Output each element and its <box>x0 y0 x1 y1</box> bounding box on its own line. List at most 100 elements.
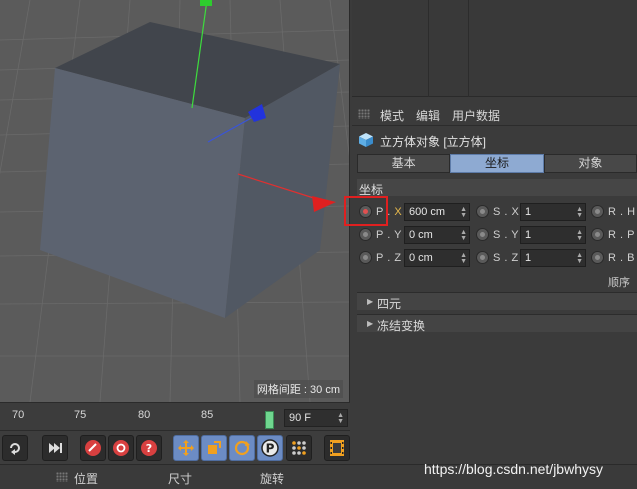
animate-s-z-radio[interactable] <box>476 251 489 264</box>
p-y-label: P . Y <box>376 229 402 241</box>
stepper-arrows-icon[interactable]: ▲ ▼ <box>460 229 467 242</box>
size-column-label: 尺寸 <box>168 472 193 486</box>
animate-r-h-radio[interactable] <box>591 205 604 218</box>
animate-p-z-radio[interactable] <box>359 251 372 264</box>
p-z-label: P . Z <box>376 252 402 264</box>
expand-triangle-icon[interactable]: ▶ <box>367 319 373 328</box>
object-manager[interactable] <box>352 0 637 97</box>
rotate-tool-button[interactable] <box>229 435 255 461</box>
s-z-field[interactable]: 1 ▲ ▼ <box>520 249 586 267</box>
move-icon <box>178 440 194 456</box>
record-key-icon <box>85 440 101 456</box>
current-frame-marker[interactable] <box>265 411 274 429</box>
quaternion-label: 四元 <box>377 297 402 311</box>
viewport-scene <box>0 0 349 402</box>
cube-icon <box>359 133 373 147</box>
panel-grip-icon[interactable] <box>358 109 370 119</box>
p-label-axis: Y <box>394 229 402 241</box>
p-label-axis: X <box>394 206 403 218</box>
autokey-button[interactable] <box>108 435 134 461</box>
stepper-arrows-icon[interactable]: ▲ ▼ <box>460 252 467 265</box>
parameter-icon: P <box>261 439 279 457</box>
stepper-arrows-icon[interactable]: ▲ ▼ <box>460 206 467 219</box>
scale-icon <box>208 441 221 454</box>
s-z-label: S . Z <box>493 252 519 264</box>
timeline-tick: 75 <box>74 409 87 421</box>
p-y-field[interactable]: 0 cm ▲ ▼ <box>404 226 470 244</box>
timeline-tick: 70 <box>12 409 25 421</box>
timeline-tick: 80 <box>138 409 151 421</box>
quaternion-group[interactable]: ▶ 四元 <box>357 292 637 311</box>
object-manager-divider <box>428 0 429 97</box>
viewport[interactable]: 网格间距 : 30 cm <box>0 0 350 402</box>
timeline[interactable]: 70 75 80 85 90 F ▲ ▼ <box>0 402 350 430</box>
film-icon <box>330 440 344 456</box>
animate-r-p-radio[interactable] <box>591 228 604 241</box>
timeline-tick: 85 <box>201 409 214 421</box>
expand-triangle-icon[interactable]: ▶ <box>367 297 373 306</box>
position-column-label: 位置 <box>74 472 99 486</box>
scale-tool-button[interactable] <box>201 435 227 461</box>
freeze-transform-label: 冻结变换 <box>377 319 426 333</box>
stepper-arrows-icon[interactable]: ▲ ▼ <box>576 252 583 265</box>
coordinates-section-header: 坐标 <box>357 179 637 197</box>
rotate-icon <box>234 440 250 456</box>
s-y-field[interactable]: 1 ▲ ▼ <box>520 226 586 244</box>
animate-s-y-radio[interactable] <box>476 228 489 241</box>
r-h-label: R . H <box>608 206 636 218</box>
object-title: 立方体对象 [立方体] <box>380 135 487 149</box>
point-level-icon <box>292 441 306 455</box>
coord-row-z: P . Z 0 cm ▲ ▼ S . Z 1 ▲ ▼ R . B <box>352 247 637 269</box>
keyframe-help-button[interactable]: ? <box>136 435 162 461</box>
s-z-value: 1 <box>525 252 532 264</box>
loop-button[interactable] <box>2 435 28 461</box>
y-axis-handle[interactable] <box>200 0 212 6</box>
parameter-tool-button[interactable]: P <box>257 435 283 461</box>
stepper-arrows-icon[interactable]: ▲ ▼ <box>337 412 344 425</box>
coord-row-x: P . X 600 cm ▲ ▼ S . X 1 ▲ ▼ R . H <box>352 201 637 223</box>
keyframe-help-icon: ? <box>141 440 157 456</box>
tab-coordinates[interactable]: 坐标 <box>450 154 544 173</box>
animate-p-y-radio[interactable] <box>359 228 372 241</box>
right-panel: 模式 编辑 用户数据 立方体对象 [立方体] 基本 坐标 对象 坐标 P . X… <box>352 0 637 464</box>
go-to-end-button[interactable] <box>42 435 68 461</box>
stepper-arrows-icon[interactable]: ▲ ▼ <box>576 206 583 219</box>
autokey-icon <box>113 440 129 456</box>
end-frame-field[interactable]: 90 F ▲ ▼ <box>284 409 348 427</box>
record-key-button[interactable] <box>80 435 106 461</box>
r-p-label: R . P <box>608 229 635 241</box>
animate-r-b-radio[interactable] <box>591 251 604 264</box>
menu-mode[interactable]: 模式 <box>380 107 404 124</box>
p-x-field[interactable]: 600 cm ▲ ▼ <box>404 203 470 221</box>
p-x-value: 600 cm <box>409 206 446 218</box>
p-z-value: 0 cm <box>409 252 433 264</box>
menu-edit[interactable]: 编辑 <box>416 107 440 124</box>
p-z-field[interactable]: 0 cm ▲ ▼ <box>404 249 470 267</box>
end-frame-value: 90 F <box>289 412 312 424</box>
p-label-prefix: P . <box>376 252 395 264</box>
go-to-end-icon <box>49 443 62 453</box>
panel-grip-icon[interactable] <box>56 472 68 482</box>
s-x-field[interactable]: 1 ▲ ▼ <box>520 203 586 221</box>
object-header: 立方体对象 [立方体] <box>352 128 637 152</box>
tab-basic[interactable]: 基本 <box>357 154 451 173</box>
s-y-label: S . Y <box>493 229 520 241</box>
s-x-value: 1 <box>525 206 532 218</box>
freeze-transform-group[interactable]: ▶ 冻结变换 <box>357 314 637 333</box>
svg-text:?: ? <box>146 442 152 455</box>
animate-s-x-radio[interactable] <box>476 205 489 218</box>
coord-row-y: P . Y 0 cm ▲ ▼ S . Y 1 ▲ ▼ R . P <box>352 224 637 246</box>
point-level-button[interactable] <box>286 435 312 461</box>
attribute-tabs: 基本 坐标 对象 <box>357 154 637 173</box>
tab-object[interactable]: 对象 <box>543 154 637 173</box>
rotation-order-label[interactable]: 顺序 <box>608 274 630 290</box>
p-label-axis: Z <box>394 252 402 264</box>
p-y-value: 0 cm <box>409 229 433 241</box>
render-film-button[interactable] <box>324 435 350 461</box>
attributes-menubar: 模式 编辑 用户数据 <box>352 102 637 126</box>
timeline-ruler[interactable]: 70 75 80 85 <box>0 403 278 431</box>
stepper-arrows-icon[interactable]: ▲ ▼ <box>576 229 583 242</box>
move-tool-button[interactable] <box>173 435 199 461</box>
object-manager-divider <box>468 0 469 97</box>
menu-user-data[interactable]: 用户数据 <box>452 107 500 124</box>
